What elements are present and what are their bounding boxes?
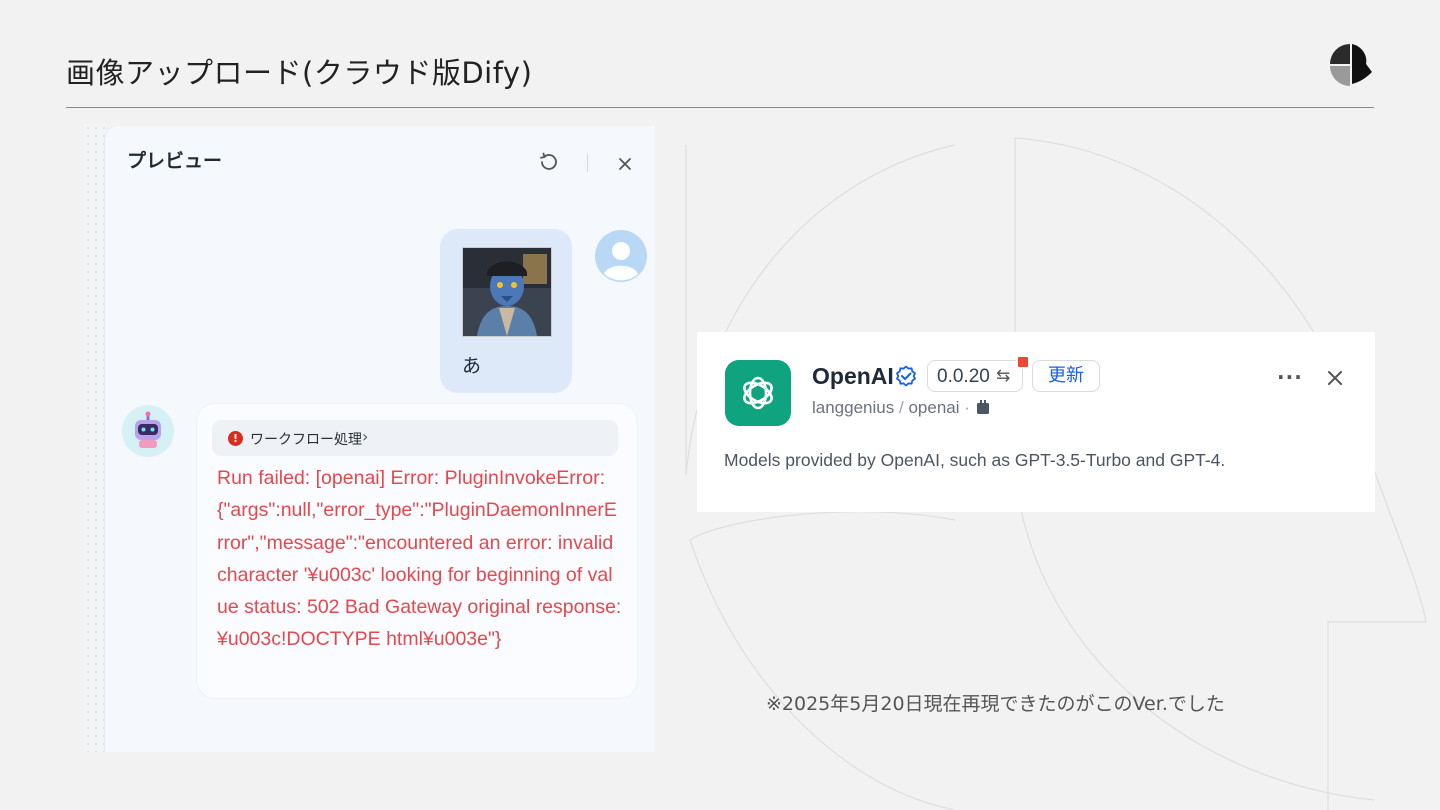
uploaded-image-thumbnail[interactable] [462, 247, 552, 337]
user-message-bubble: あ [440, 229, 572, 393]
close-icon[interactable] [613, 152, 637, 176]
error-icon: ! [228, 431, 243, 446]
footnote: ※2025年5月20日現在再現できたのがこのVer.でした [766, 693, 1225, 715]
plugin-detail-card: OpenAI 0.0.20 ⇆ 更新 langgenius / openai ·… [697, 332, 1375, 512]
plugin-name: OpenAI [812, 363, 894, 389]
chevron-right-icon: › [362, 427, 369, 446]
update-button[interactable]: 更新 [1032, 360, 1100, 392]
refresh-icon[interactable] [537, 150, 561, 174]
plugin-version: 0.0.20 [937, 366, 990, 387]
more-icon[interactable]: ··· [1277, 365, 1303, 389]
workflow-process-toggle[interactable]: ! ワークフロー処理 › [212, 420, 618, 456]
plugin-description: Models provided by OpenAI, such as GPT-3… [724, 450, 1226, 470]
update-badge [1016, 355, 1030, 369]
path-separator: / [898, 398, 904, 417]
preview-panel: プレビュー あ ! ワークフロー処理 › Run failed: [openai… [104, 126, 655, 752]
title-divider [66, 107, 1374, 108]
workflow-process-label: ワークフロー処理 [250, 432, 362, 448]
user-avatar [595, 230, 647, 282]
bot-message-bubble: ! ワークフロー処理 › Run failed: [openai] Error:… [197, 404, 637, 698]
canvas-grid-strip [84, 124, 106, 752]
openai-logo-icon [725, 360, 791, 426]
swap-icon: ⇆ [996, 366, 1011, 386]
preview-title: プレビュー [127, 150, 223, 172]
version-selector[interactable]: 0.0.20 ⇆ [927, 355, 1030, 392]
verified-icon [896, 365, 916, 387]
bot-avatar [122, 405, 174, 457]
plugin-package: openai [908, 398, 960, 417]
error-message: Run failed: [openai] Error: PluginInvoke… [217, 467, 622, 651]
plugin-path: langgenius / openai · [812, 398, 991, 418]
user-message-text: あ [462, 355, 482, 377]
repo-icon [976, 400, 989, 414]
plugin-author: langgenius [812, 398, 895, 417]
brand-logo-icon [1330, 44, 1372, 86]
slide-title: 画像アップロード(クラウド版Dify) [66, 56, 533, 90]
path-dot: · [964, 398, 970, 417]
close-icon[interactable] [1323, 366, 1347, 390]
header-divider [587, 154, 588, 172]
